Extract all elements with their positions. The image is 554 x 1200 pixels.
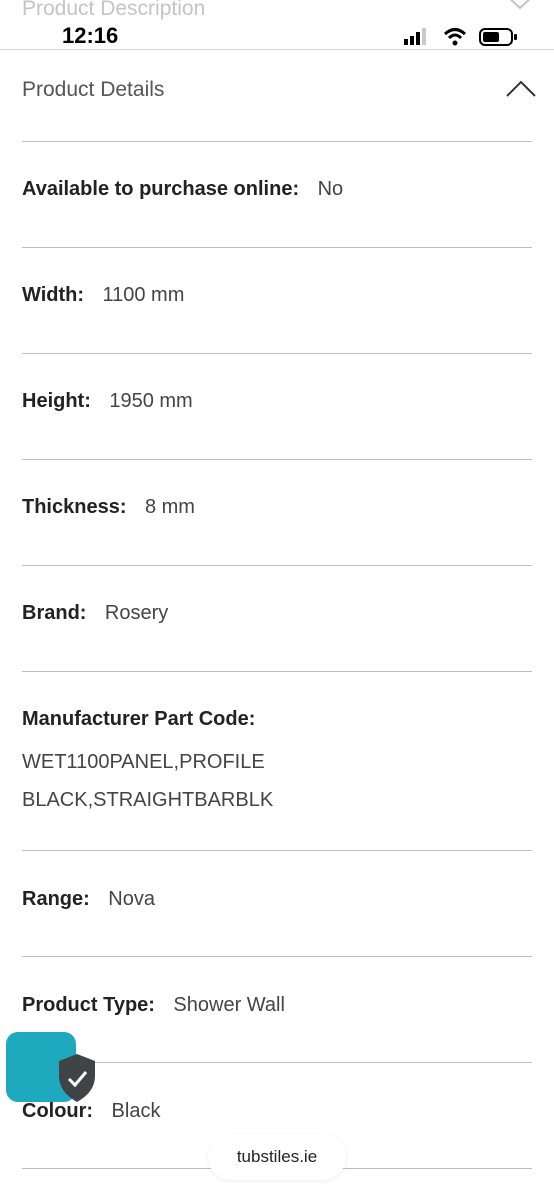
status-time: 12:16 — [62, 23, 119, 48]
detail-row-range: Range: Nova — [22, 888, 532, 911]
detail-value: 1950 mm — [109, 390, 193, 412]
product-details-header[interactable]: Product Details — [0, 70, 554, 114]
battery-icon — [479, 28, 517, 46]
row-divider — [22, 247, 532, 248]
detail-label: Product Type: — [22, 994, 155, 1016]
detail-value: 1100 mm — [102, 284, 185, 306]
detail-row-online: Available to purchase online: No — [22, 178, 532, 201]
top-divider — [0, 49, 554, 50]
signal-icon — [404, 28, 426, 45]
shield-check-icon[interactable] — [55, 1052, 99, 1109]
row-divider — [22, 459, 532, 460]
detail-row-product-type: Product Type: Shower Wall — [22, 994, 532, 1017]
detail-row-part-code: Manufacturer Part Code: WET1100PANEL,PRO… — [22, 708, 532, 819]
detail-row-width: Width: 1100 mm — [22, 284, 532, 307]
detail-row-thickness: Thickness: 8 mm — [22, 496, 532, 519]
url-text: tubstiles.ie — [236, 1147, 318, 1166]
detail-value: Black — [111, 1100, 161, 1122]
row-divider — [22, 956, 532, 957]
detail-row-height: Height: 1950 mm — [22, 390, 532, 413]
detail-label: Height: — [22, 390, 91, 412]
row-divider — [22, 850, 532, 851]
detail-value: Nova — [108, 888, 155, 910]
previous-section-title: Product Description — [22, 0, 206, 20]
status-bar: 12:16 — [0, 22, 554, 50]
detail-label: Available to purchase online: — [22, 178, 300, 200]
detail-label: Width: — [22, 284, 85, 306]
detail-label: Brand: — [22, 602, 87, 624]
detail-value: 8 mm — [144, 496, 195, 518]
wifi-icon — [443, 28, 467, 46]
row-divider — [22, 353, 532, 354]
detail-row-brand: Brand: Rosery — [22, 602, 532, 625]
row-divider — [22, 671, 532, 672]
chevron-up-icon[interactable] — [505, 78, 537, 105]
detail-value-line: BLACK,STRAIGHTBARBLK — [22, 789, 274, 811]
row-divider — [22, 565, 532, 566]
detail-value: No — [317, 178, 344, 200]
section-title: Product Details — [22, 78, 165, 101]
row-divider — [22, 141, 532, 142]
chevron-down-icon[interactable] — [505, 0, 535, 19]
browser-url-bar[interactable]: tubstiles.ie — [208, 1134, 346, 1180]
detail-label: Range: — [22, 888, 90, 910]
detail-label: Manufacturer Part Code: — [22, 708, 256, 730]
detail-label: Thickness: — [22, 496, 127, 518]
detail-value: Rosery — [104, 602, 169, 624]
detail-value: Shower Wall — [173, 994, 285, 1016]
detail-value-line: WET1100PANEL,PROFILE — [22, 751, 265, 773]
